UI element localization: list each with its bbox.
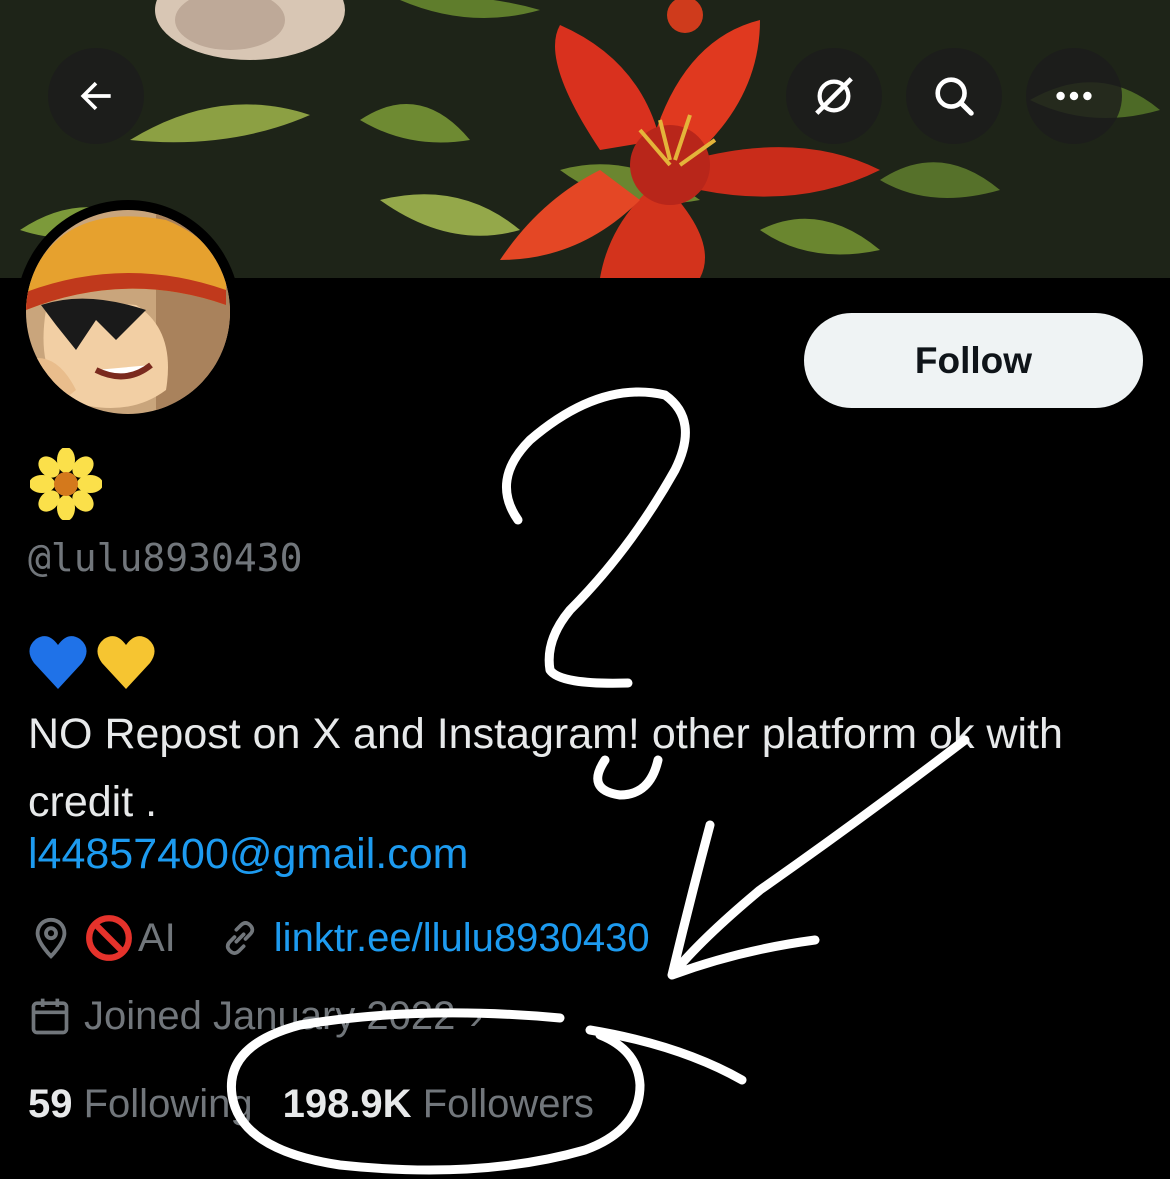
website-link[interactable]: linktr.ee/llulu8930430 — [274, 916, 650, 961]
prohibited-emoji — [86, 915, 132, 961]
link-icon — [225, 921, 254, 955]
grok-icon — [815, 77, 853, 115]
yellow-heart-emoji — [97, 636, 155, 689]
grok-button[interactable] — [786, 48, 882, 144]
location-text: AI — [138, 915, 176, 960]
following-count: 59 — [28, 1081, 84, 1126]
search-icon — [935, 77, 974, 116]
location-pin-icon — [35, 917, 67, 959]
avatar-image — [26, 210, 230, 414]
following-link[interactable]: 59 Following — [28, 1082, 253, 1127]
followers-link[interactable]: 198.9K Followers — [283, 1082, 594, 1127]
profile-meta: AI linktr.ee/llulu8930430 — [28, 910, 650, 966]
search-button[interactable] — [906, 48, 1002, 144]
bio-email-link[interactable]: l44857400@gmail.com — [28, 830, 468, 879]
joined-text: Joined January 2022 — [84, 993, 456, 1038]
profile-handle: @lulu8930430 — [28, 536, 303, 580]
location: AI — [28, 913, 176, 963]
flower-emoji — [29, 447, 103, 525]
avatar[interactable] — [16, 200, 240, 424]
followers-count: 198.9K — [282, 1081, 423, 1126]
more-button[interactable] — [1026, 48, 1122, 144]
arrow-left-icon — [80, 81, 111, 111]
calendar-icon — [31, 998, 69, 1035]
question-mark-scribble — [501, 387, 690, 688]
bio-text: NO Repost on X and Instagram! other plat… — [28, 710, 1063, 826]
profile-stats: 59 Following 198.9K Followers — [28, 1076, 594, 1132]
following-label: Following — [83, 1081, 253, 1126]
joined-date[interactable]: Joined January 2022 › — [28, 988, 483, 1044]
followers-label: Followers — [422, 1081, 594, 1126]
follow-button[interactable]: Follow — [804, 313, 1143, 408]
back-button[interactable] — [48, 48, 144, 144]
chevron-right-icon: › — [469, 993, 483, 1038]
website[interactable]: linktr.ee/llulu8930430 — [218, 916, 650, 961]
blue-heart-emoji — [29, 636, 87, 689]
bio-emojis — [28, 633, 156, 691]
more-horizontal-icon — [1056, 91, 1092, 101]
